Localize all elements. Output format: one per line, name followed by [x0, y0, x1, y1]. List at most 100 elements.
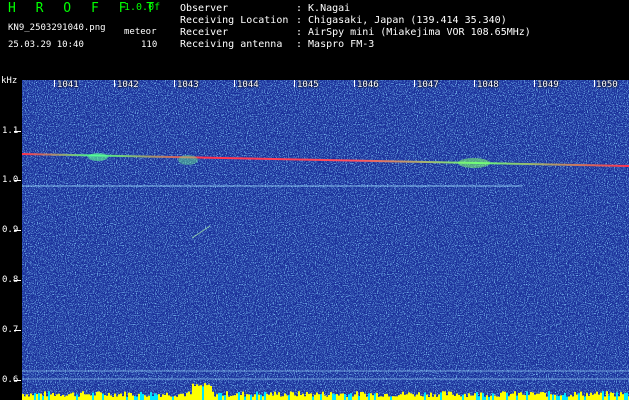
level-bar — [106, 395, 108, 400]
level-bar — [154, 393, 156, 400]
level-bar — [594, 393, 596, 400]
level-bar — [518, 392, 520, 400]
x-tick-label: 1046 — [357, 80, 379, 90]
level-bar — [74, 396, 76, 400]
x-tick-label: 1049 — [537, 80, 559, 90]
level-bar — [146, 396, 148, 400]
x-tick — [354, 80, 355, 87]
level-bar — [32, 395, 34, 400]
level-bar — [40, 393, 42, 400]
level-bar — [528, 395, 530, 400]
level-bar — [508, 396, 510, 400]
meteor-label: meteor — [124, 27, 157, 37]
level-bar — [244, 396, 246, 400]
level-bar — [496, 396, 498, 400]
level-bar — [80, 392, 82, 400]
level-bar — [616, 392, 618, 400]
x-tick — [54, 80, 55, 87]
level-bar — [608, 395, 610, 400]
level-bar — [104, 395, 106, 400]
level-bar — [184, 396, 186, 400]
level-bar — [156, 394, 158, 400]
level-bar — [260, 394, 262, 400]
level-bar — [364, 393, 366, 400]
level-bar — [222, 395, 224, 400]
receiver-label: Receiver — [180, 27, 229, 38]
level-bar — [210, 385, 212, 400]
level-bar — [418, 392, 420, 400]
level-bar — [470, 395, 472, 400]
level-bar — [82, 391, 84, 400]
level-bar — [38, 392, 40, 400]
level-bar — [624, 392, 626, 400]
level-bar — [86, 394, 88, 400]
y-tick — [14, 131, 21, 132]
level-bar — [108, 392, 110, 400]
x-tick — [474, 80, 475, 87]
level-bar — [50, 394, 52, 400]
antenna-value: : Maspro FM-3 — [296, 39, 375, 50]
level-bar — [540, 392, 542, 400]
level-bar — [322, 391, 324, 400]
level-bar — [28, 396, 30, 400]
level-bar — [116, 396, 118, 400]
level-bar — [248, 394, 250, 400]
level-bar — [306, 392, 308, 400]
level-bar — [64, 396, 66, 400]
level-bar — [76, 394, 78, 400]
level-bar — [238, 392, 240, 400]
level-bar — [476, 391, 478, 400]
level-bar — [284, 393, 286, 400]
level-bar — [72, 392, 74, 400]
level-bar — [258, 394, 260, 400]
level-bar — [114, 393, 116, 400]
level-bar — [574, 391, 576, 400]
level-bar — [118, 394, 120, 400]
level-bar — [614, 396, 616, 400]
level-bar — [172, 396, 174, 400]
level-bar — [524, 395, 526, 400]
x-tick-label: 1045 — [297, 80, 319, 90]
level-bar — [42, 395, 44, 400]
level-bar — [254, 394, 256, 400]
level-bar — [406, 394, 408, 400]
level-bar — [56, 394, 58, 400]
level-bar — [220, 392, 222, 400]
level-bar — [282, 396, 284, 400]
level-bar — [270, 392, 272, 400]
y-tick — [14, 330, 21, 331]
antenna-label: Receiving antenna — [180, 39, 283, 50]
level-bar — [350, 393, 352, 400]
level-bar — [62, 394, 64, 400]
level-bar — [312, 396, 314, 400]
location-value: : Chigasaki, Japan (139.414 35.340) — [296, 15, 507, 26]
level-bar — [250, 395, 252, 400]
y-tick — [14, 180, 21, 181]
level-bar — [472, 395, 474, 400]
y-axis-unit: kHz — [1, 76, 18, 86]
level-bar — [242, 391, 244, 400]
level-bar — [530, 392, 532, 400]
level-bar — [190, 394, 192, 400]
level-bar — [610, 392, 612, 400]
level-bar — [454, 395, 456, 400]
level-bar — [580, 391, 582, 400]
level-bar — [398, 395, 400, 400]
x-tick-label: 1044 — [237, 80, 259, 90]
level-bar — [460, 396, 462, 400]
level-bar — [388, 396, 390, 400]
level-bar — [494, 395, 496, 400]
level-bar — [516, 395, 518, 400]
level-bar — [164, 394, 166, 400]
level-bar — [618, 396, 620, 400]
spectrogram-canvas — [22, 80, 629, 400]
level-bar — [520, 392, 522, 400]
level-bar — [424, 392, 426, 400]
level-bar — [552, 394, 554, 400]
level-bar — [456, 393, 458, 400]
level-bar — [538, 393, 540, 400]
level-bar — [480, 392, 482, 400]
level-bar — [414, 396, 416, 400]
level-bar — [232, 395, 234, 400]
level-bar — [122, 396, 124, 400]
